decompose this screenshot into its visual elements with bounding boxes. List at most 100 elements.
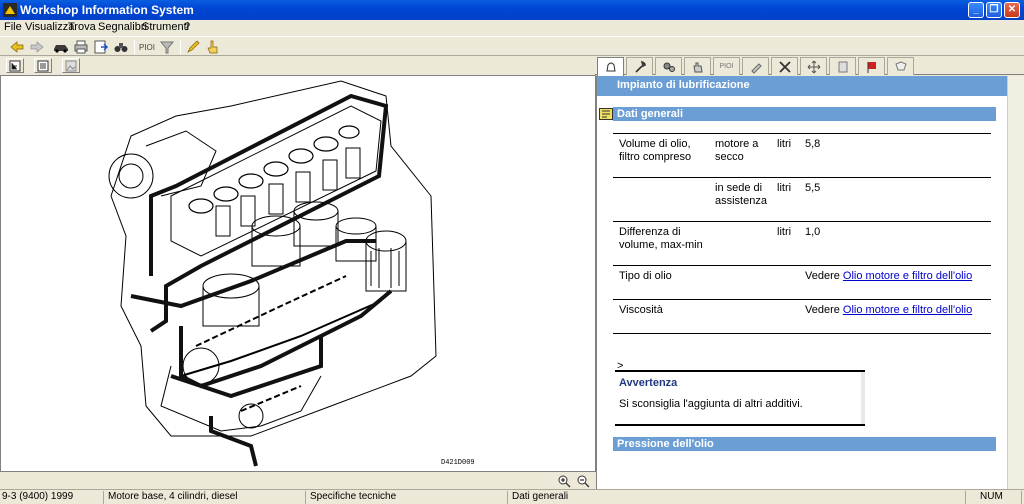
tab-tools[interactable] [771, 57, 798, 75]
row-condition [709, 265, 777, 300]
list-view-icon[interactable] [34, 58, 52, 73]
window-title: Workshop Information System [20, 3, 194, 17]
pencil-icon[interactable] [184, 39, 202, 55]
engine-lubrication-diagram [108, 80, 437, 467]
tab-pioi[interactable]: PIOI [713, 57, 740, 75]
pioi-icon: PIOI [719, 63, 734, 70]
status-page: Dati generali [510, 491, 966, 504]
print-icon[interactable] [72, 39, 90, 55]
book-icon[interactable] [599, 108, 613, 120]
tab-warning[interactable] [858, 57, 885, 75]
tab-hand[interactable] [684, 57, 711, 75]
row-unit [777, 265, 799, 300]
image-view-icon[interactable] [62, 58, 80, 73]
zoom-bar [0, 472, 596, 489]
content-pane: Impianto di lubrificazione Dati generali… [596, 76, 1024, 489]
move-icon [807, 60, 820, 73]
table-row: Viscosità Vedere Olio motore e filtro de… [613, 299, 991, 334]
row-condition [709, 299, 777, 334]
row-label: Volume di olio, filtro compreso [613, 133, 709, 178]
tab-screwdriver[interactable] [742, 57, 769, 75]
status-category: Specifiche tecniche [308, 491, 508, 504]
spec-table: Volume di olio, filtro compreso motore a… [613, 133, 991, 334]
gears-icon [663, 62, 675, 72]
hand-icon [692, 62, 703, 72]
menu-visualizza[interactable]: Visualizza [25, 21, 74, 33]
warning-shade [861, 372, 865, 424]
row-condition [709, 221, 777, 266]
tab-gears[interactable] [655, 57, 682, 75]
export-icon[interactable] [92, 39, 110, 55]
minimize-button[interactable]: _ [968, 2, 984, 18]
tab-bell[interactable] [597, 57, 624, 76]
diagram-code: D421D009 [441, 459, 475, 467]
back-arrow-icon[interactable] [8, 39, 26, 55]
table-row: Volume di olio, filtro compreso motore a… [613, 133, 991, 178]
row-label [613, 177, 709, 222]
tab-clipboard[interactable] [887, 57, 914, 75]
row-condition: in sede di assistenza [709, 177, 777, 222]
tab-wrench[interactable] [626, 57, 653, 75]
menu-segnalibri[interactable]: Segnalibri [98, 21, 147, 33]
tools-icon [778, 60, 791, 73]
tab-document[interactable] [829, 57, 856, 75]
main-toolbar: PIOI [0, 36, 1024, 56]
screwdriver-icon [750, 62, 762, 74]
menu-bar: File Visualizza Trova Segnalibri Strumen… [0, 20, 1024, 35]
value-text: 5,5 [805, 182, 821, 194]
warning-text: Si sconsiglia l'aggiunta di altri additi… [619, 398, 803, 410]
viscosity-link[interactable]: Olio motore e filtro dell'olio [843, 304, 972, 316]
row-unit: litri [777, 221, 799, 266]
status-engine: Motore base, 4 cilindri, diesel [106, 491, 306, 504]
binoculars-icon[interactable] [112, 39, 130, 55]
row-unit: litri [777, 133, 799, 178]
table-row: Differenza di volume, max-min litri 1,0 [613, 221, 991, 266]
value-text: 1,0 [805, 226, 821, 238]
tab-move[interactable] [800, 57, 827, 75]
clipboard-icon [894, 60, 907, 70]
diagram-pane: D421D009 [0, 75, 596, 472]
close-button[interactable]: ✕ [1004, 2, 1020, 18]
document-icon [838, 61, 847, 72]
menu-help[interactable]: ? [184, 21, 190, 33]
row-value: 1,0 [799, 221, 991, 266]
row-label: Viscosità [613, 299, 709, 334]
forward-arrow-icon[interactable] [28, 39, 46, 55]
toolbar-separator [134, 40, 135, 54]
row-unit [777, 299, 799, 334]
car-icon[interactable] [52, 39, 70, 55]
title-bar: Workshop Information System _ ❐ ✕ [0, 0, 1024, 20]
pioi-icon[interactable]: PIOI [138, 39, 156, 55]
vertical-scrollbar[interactable] [1007, 76, 1024, 489]
row-label: Differenza di volume, max-min [613, 221, 709, 266]
funnel-icon[interactable] [158, 39, 176, 55]
status-num: NUM [978, 491, 1022, 504]
row-value: 5,5 [799, 177, 991, 222]
tree-view-icon[interactable] [6, 58, 24, 73]
wrench-icon [634, 60, 646, 73]
app-icon [3, 3, 17, 17]
value-text: Vedere [805, 304, 843, 316]
row-label: Tipo di olio [613, 265, 709, 300]
hand-pointer-icon[interactable] [204, 39, 222, 55]
status-model: 9-3 (9400) 1999 [0, 491, 104, 504]
zoom-in-icon[interactable] [556, 473, 572, 488]
toolbar-separator [180, 40, 181, 54]
content-tabs: PIOI [595, 57, 1024, 76]
status-bar: 9-3 (9400) 1999 Motore base, 4 cilindri,… [0, 489, 1024, 504]
page-title: Impianto di lubrificazione [597, 76, 1008, 96]
menu-strumenti[interactable]: Strumenti [142, 21, 189, 33]
menu-trova[interactable]: Trova [68, 21, 96, 33]
zoom-out-icon[interactable] [575, 473, 591, 488]
menu-file[interactable]: File [4, 21, 22, 33]
section-heading-general: Dati generali [613, 107, 996, 121]
row-value: 5,8 [799, 133, 991, 178]
row-condition: motore a secco [709, 133, 777, 178]
oil-link[interactable]: Olio motore e filtro dell'olio [843, 270, 972, 282]
value-text: 5,8 [805, 138, 821, 150]
maximize-button[interactable]: ❐ [986, 2, 1002, 18]
warning-box: Avvertenza Si sconsiglia l'aggiunta di a… [615, 370, 865, 426]
pioi-label: PIOI [138, 42, 155, 52]
row-value: Vedere Olio motore e filtro dell'olio [799, 265, 991, 300]
row-unit: litri [777, 177, 799, 222]
